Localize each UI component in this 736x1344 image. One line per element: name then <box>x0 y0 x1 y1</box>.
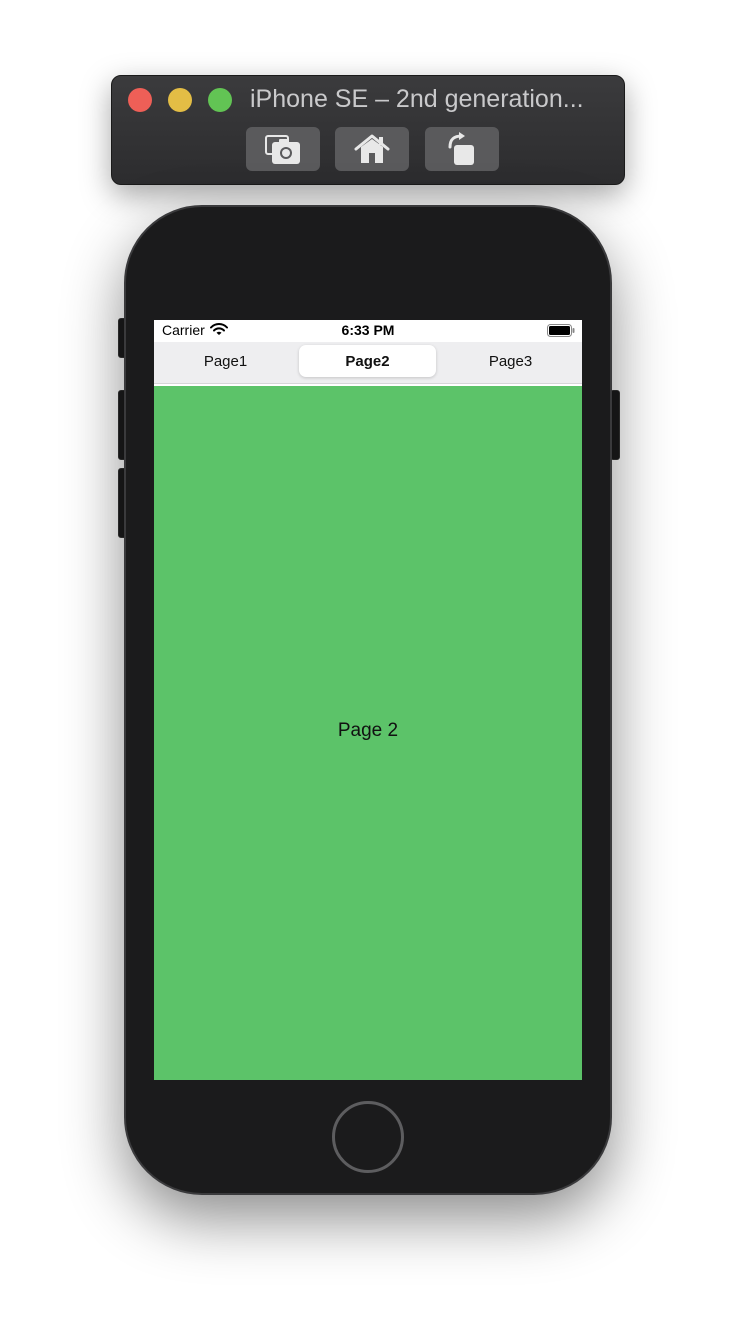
tab-page2[interactable]: Page2 <box>299 345 436 377</box>
screenshot-button[interactable] <box>246 127 320 171</box>
page-label: Page 2 <box>337 720 399 741</box>
page-content: Page 2 <box>154 386 582 1080</box>
tab-page1[interactable]: Page1 <box>157 345 294 377</box>
status-bar: Carrier 6:33 PM <box>154 320 582 340</box>
simulator-title: iPhone SE – 2nd generation... <box>250 85 584 113</box>
segmented-control: Page1 Page2 Page3 <box>154 342 582 384</box>
window-zoom-button[interactable] <box>208 88 232 112</box>
simulator-toolbar: iPhone SE – 2nd generation... <box>111 75 625 185</box>
window-minimize-button[interactable] <box>168 88 192 112</box>
home-button[interactable] <box>335 127 409 171</box>
rotate-icon <box>448 132 474 165</box>
rotate-button[interactable] <box>425 127 499 171</box>
status-time: 6:33 PM <box>341 322 395 338</box>
tab-page3[interactable]: Page3 <box>442 345 579 377</box>
battery-icon <box>547 324 575 337</box>
home-icon <box>354 134 390 163</box>
window-close-button[interactable] <box>128 88 152 112</box>
screenshot-icon <box>265 135 300 164</box>
device-screen: Carrier 6:33 PM Page1 Page2 Page3 Page 2 <box>154 320 582 1080</box>
device-home-button[interactable] <box>332 1101 404 1173</box>
